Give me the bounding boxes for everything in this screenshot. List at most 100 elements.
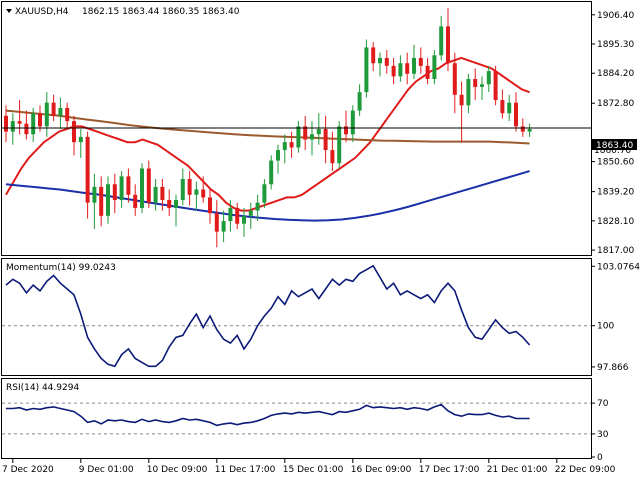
candle-body[interactable]: [520, 126, 525, 132]
time-tick-label: 11 Dec 17:00: [215, 465, 276, 475]
candle-body[interactable]: [106, 184, 110, 216]
candle-body[interactable]: [289, 142, 294, 148]
candle-body[interactable]: [330, 150, 335, 164]
candle-body[interactable]: [194, 189, 199, 195]
candle-body[interactable]: [418, 57, 423, 66]
time-tick-label: 21 Dec 01:00: [487, 465, 548, 475]
candle-body[interactable]: [214, 213, 219, 232]
chart-symbol: XAUUSD,H4: [15, 7, 69, 17]
candle-body[interactable]: [119, 176, 124, 201]
candle-body[interactable]: [228, 207, 233, 222]
candle-body[interactable]: [514, 102, 518, 127]
candle-body[interactable]: [480, 84, 484, 87]
candle-body[interactable]: [17, 121, 22, 124]
axis-tick-label: 30: [597, 430, 609, 440]
candle-body[interactable]: [174, 200, 178, 208]
candle-body[interactable]: [187, 179, 192, 195]
candle-body[interactable]: [323, 129, 328, 151]
candle-body[interactable]: [282, 142, 287, 151]
axis-tick-label: 1828.10: [597, 217, 634, 227]
time-tick-label: 16 Dec 09:00: [351, 465, 412, 475]
candle-body[interactable]: [473, 79, 478, 87]
candle-body[interactable]: [140, 168, 144, 208]
candle-body[interactable]: [384, 57, 389, 66]
candle-body[interactable]: [459, 94, 464, 106]
candle-body[interactable]: [316, 129, 321, 135]
axis-tick-label: 1839.20: [597, 188, 634, 198]
candle-body[interactable]: [255, 202, 260, 211]
candle-body[interactable]: [38, 113, 42, 127]
candle-body[interactable]: [446, 26, 450, 64]
candle-body[interactable]: [507, 102, 512, 114]
candle-body[interactable]: [439, 26, 444, 56]
candle-body[interactable]: [58, 107, 63, 116]
candle-body[interactable]: [99, 186, 104, 216]
axis-tick-label: 0: [597, 453, 603, 463]
candle-body[interactable]: [208, 197, 212, 214]
candle-body[interactable]: [160, 186, 165, 201]
candle-body[interactable]: [51, 102, 56, 116]
momentum-label: Momentum(14) 99.0243: [6, 263, 116, 273]
candle-body[interactable]: [248, 210, 253, 216]
candle-body[interactable]: [466, 79, 471, 106]
candle-body[interactable]: [391, 65, 396, 77]
candle-body[interactable]: [65, 107, 70, 122]
candle-body[interactable]: [452, 63, 457, 95]
axis-tick-label: 103.0764: [597, 262, 640, 272]
candle-body[interactable]: [4, 115, 8, 132]
rsi-axis: 70 30 0: [591, 399, 609, 463]
time-tick-label: 10 Dec 09:00: [147, 465, 208, 475]
candle-body[interactable]: [262, 184, 267, 203]
candle-body[interactable]: [276, 150, 280, 161]
candle-body[interactable]: [493, 71, 498, 101]
candle-body[interactable]: [221, 221, 226, 232]
candle-body[interactable]: [133, 194, 138, 208]
candle-body[interactable]: [412, 57, 416, 74]
candle-body[interactable]: [310, 134, 314, 140]
candle-body[interactable]: [10, 121, 15, 132]
axis-tick-label: 1884.20: [597, 69, 634, 79]
candle-body[interactable]: [112, 184, 117, 201]
candle-body[interactable]: [357, 92, 362, 111]
candle-body[interactable]: [72, 121, 76, 143]
candle-body[interactable]: [378, 57, 382, 64]
candle-body[interactable]: [405, 63, 410, 74]
candle-body[interactable]: [167, 200, 172, 208]
candle-body[interactable]: [337, 126, 342, 164]
candle-body[interactable]: [364, 47, 369, 93]
candle-body[interactable]: [44, 102, 49, 127]
candle-body[interactable]: [180, 179, 185, 201]
momentum-panel[interactable]: [1, 258, 592, 376]
candle-body[interactable]: [425, 65, 430, 79]
price-label: 1863.40: [596, 141, 633, 151]
candle-body[interactable]: [486, 71, 491, 85]
rsi-label: RSI(14) 44.9294: [6, 383, 79, 393]
candle-body[interactable]: [201, 189, 206, 198]
candle-body[interactable]: [527, 129, 532, 132]
candle-body[interactable]: [24, 123, 29, 135]
time-tick-label: 17 Dec 17:00: [419, 465, 480, 475]
candle-body[interactable]: [92, 186, 97, 203]
trading-chart[interactable]: XAUUSD,H4 1862.15 1863.44 1860.35 1863.4…: [0, 0, 640, 480]
candle-body[interactable]: [500, 100, 505, 114]
candle-body[interactable]: [350, 110, 355, 135]
candle-body[interactable]: [242, 215, 246, 224]
candle-body[interactable]: [146, 168, 151, 203]
time-axis: 7 Dec 2020 9 Dec 01:00 10 Dec 09:00 11 Dec …: [2, 459, 616, 475]
candle-body[interactable]: [269, 160, 274, 185]
candle-body[interactable]: [296, 126, 301, 148]
rsi-panel[interactable]: [1, 378, 592, 459]
candle-body[interactable]: [235, 207, 240, 224]
candle-body[interactable]: [85, 136, 90, 203]
axis-tick-label: 1817.00: [597, 246, 634, 256]
candle-body[interactable]: [78, 136, 83, 143]
time-tick-label: 9 Dec 01:00: [79, 465, 134, 475]
candle-body[interactable]: [432, 55, 437, 79]
candle-body[interactable]: [31, 113, 36, 135]
candle-body[interactable]: [371, 47, 376, 64]
candle-body[interactable]: [153, 186, 158, 203]
time-tick-label: 22 Dec 09:00: [555, 465, 616, 475]
axis-tick-label: 1872.80: [597, 99, 634, 109]
candle-body[interactable]: [126, 176, 131, 195]
candle-body[interactable]: [398, 63, 403, 77]
